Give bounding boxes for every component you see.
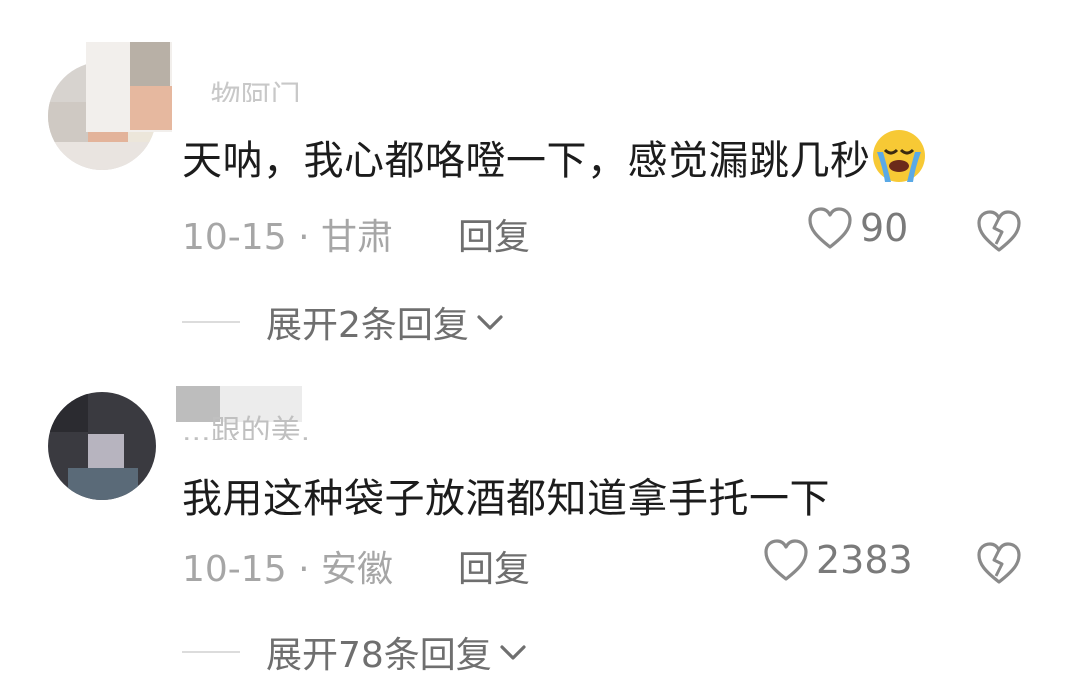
broken-heart-icon[interactable] xyxy=(974,538,1024,588)
comment-meta: 10-15 · 甘肃 xyxy=(182,208,393,260)
comment-location: 甘肃 xyxy=(320,217,393,258)
reply-button[interactable]: 回复 xyxy=(458,208,530,260)
crying-face-emoji-icon xyxy=(871,128,927,184)
separator: · xyxy=(298,549,310,590)
comment-text: 天呐，我心都咯噔一下，感觉漏跳几秒 xyxy=(182,128,927,186)
expand-replies-button[interactable]: 展开2条回复 xyxy=(182,296,507,348)
like-button[interactable]: 90 xyxy=(806,205,908,251)
avatar[interactable] xyxy=(48,392,156,500)
expand-replies-label: 展开78条回复 xyxy=(266,635,492,676)
comment-item: ...物阿门 天呐，我心都咯噔一下，感觉漏跳几秒 10-15 · 甘肃 回复 9… xyxy=(0,0,1080,350)
heart-outline-icon xyxy=(808,207,852,249)
heart-outline-icon xyxy=(764,539,808,581)
username[interactable]: ...跟的美. xyxy=(182,406,310,440)
divider-line xyxy=(182,321,240,323)
comment-date: 10-15 xyxy=(182,217,287,258)
avatar-mosaic xyxy=(130,42,170,86)
reply-button[interactable]: 回复 xyxy=(458,540,530,592)
comment-date: 10-15 xyxy=(182,549,287,590)
broken-heart-icon[interactable] xyxy=(974,206,1024,256)
chevron-down-icon xyxy=(500,645,526,660)
comment-text: 我用这种袋子放酒都知道拿手托一下 xyxy=(182,476,830,522)
username[interactable]: ...物阿门 xyxy=(182,72,301,102)
separator: · xyxy=(298,217,310,258)
comment-item: ...跟的美. 我用这种袋子放酒都知道拿手托一下 10-15 · 安徽 回复 2… xyxy=(0,350,1080,676)
expand-replies-label: 展开2条回复 xyxy=(266,305,469,346)
like-count: 90 xyxy=(860,206,909,250)
expand-replies-button[interactable]: 展开78条回复 xyxy=(182,626,530,678)
comment-location: 安徽 xyxy=(320,549,393,590)
avatar-mosaic xyxy=(130,86,172,130)
like-button[interactable]: 2383 xyxy=(762,537,913,583)
comment-text-body: 天呐，我心都咯噔一下，感觉漏跳几秒 xyxy=(182,138,871,184)
chevron-down-icon xyxy=(477,315,503,330)
like-count: 2383 xyxy=(816,538,913,582)
comment-meta: 10-15 · 安徽 xyxy=(182,540,393,592)
divider-line xyxy=(182,651,240,653)
